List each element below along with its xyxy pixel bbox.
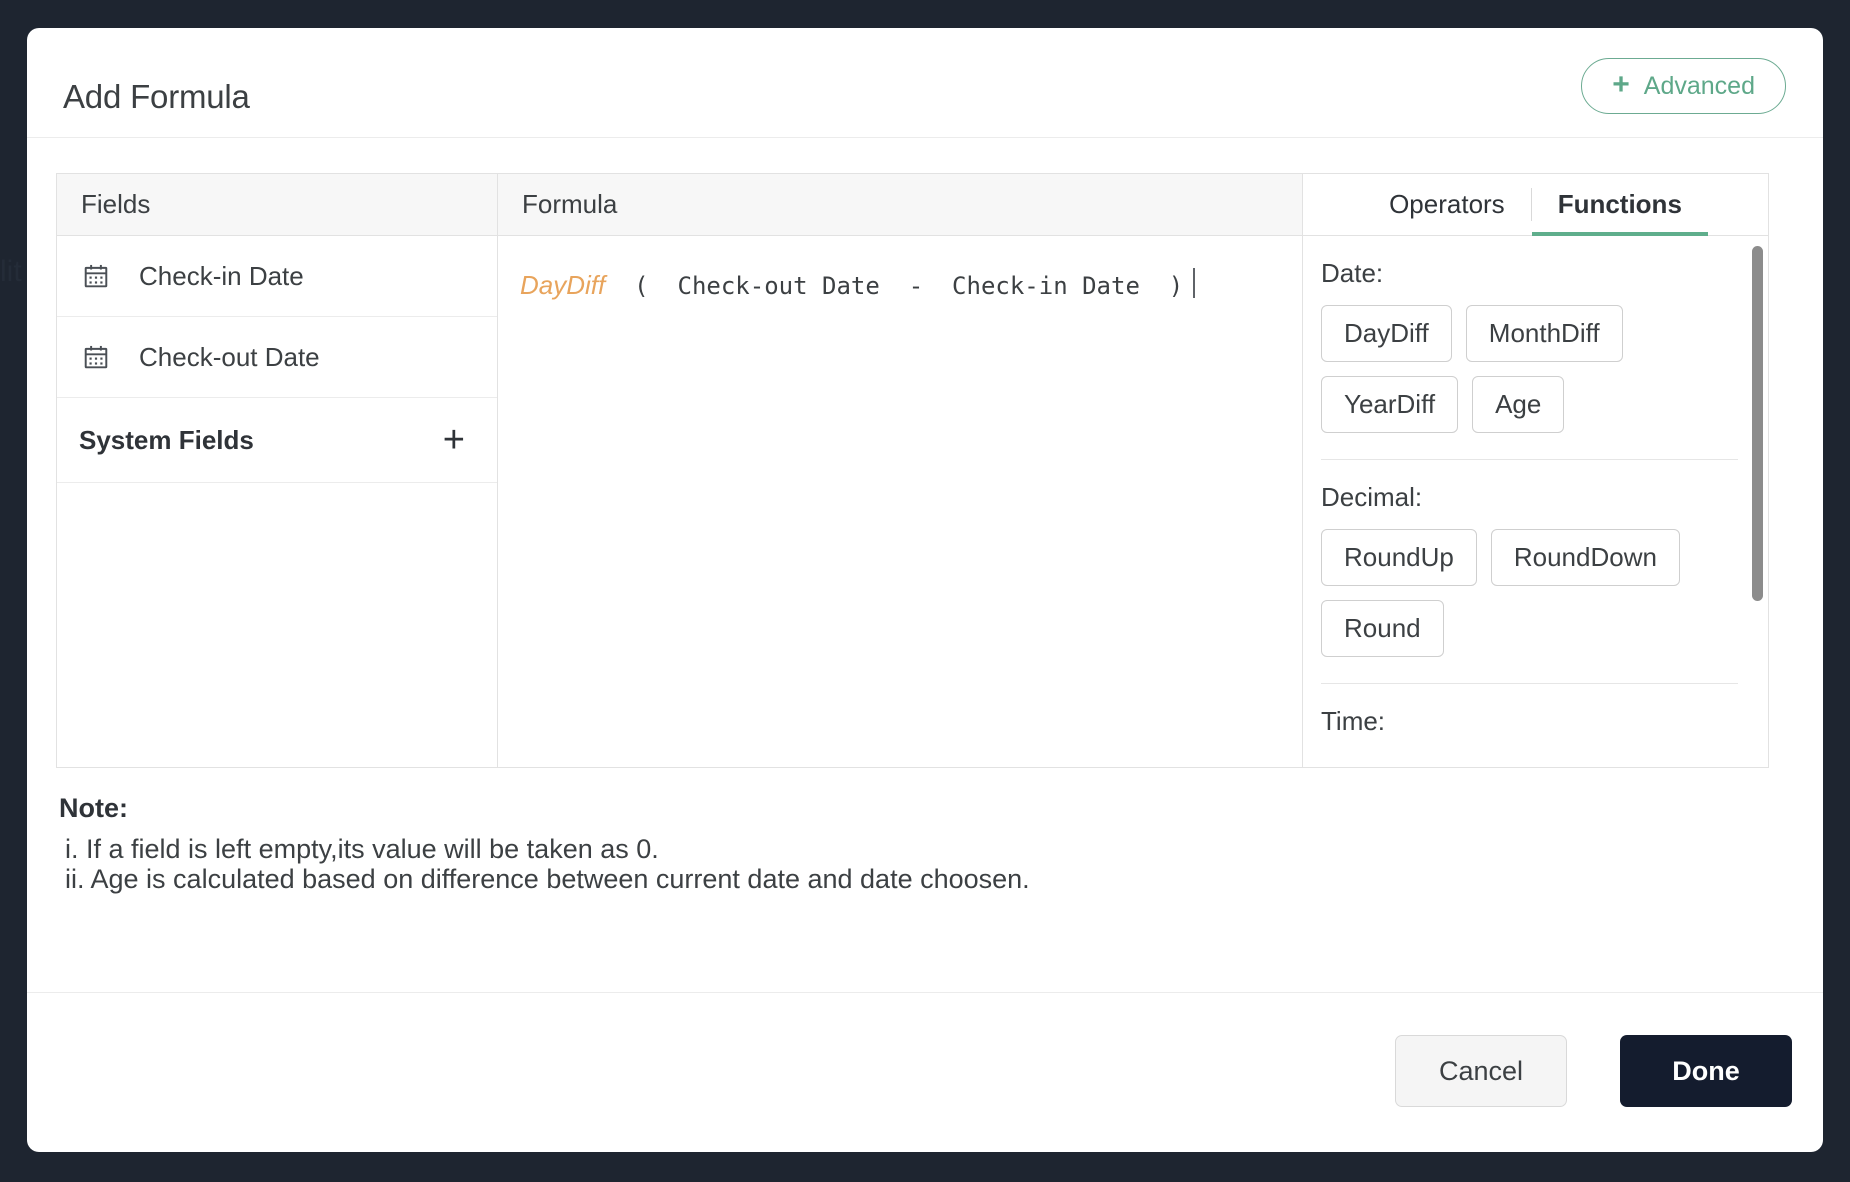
fields-panel-header: Fields (57, 174, 497, 236)
formula-input[interactable]: DayDiff ( Check-out Date - Check-in Date… (498, 236, 1302, 767)
calendar-icon (83, 263, 109, 289)
system-fields-row[interactable]: System Fields + (57, 398, 497, 483)
tab-functions-label: Functions (1558, 189, 1682, 220)
group-divider (1321, 459, 1738, 460)
function-button-monthdiff[interactable]: MonthDiff (1466, 305, 1623, 362)
dialog-body: Fields (27, 138, 1823, 992)
dialog-footer: Cancel Done (27, 992, 1823, 1152)
note-line-2: ii. Age is calculated based on differenc… (59, 864, 1030, 894)
function-button-round[interactable]: Round (1321, 600, 1444, 657)
cancel-button[interactable]: Cancel (1395, 1035, 1567, 1107)
formula-token-operator: - (880, 272, 952, 300)
tab-functions[interactable]: Functions (1532, 174, 1708, 235)
function-button-age[interactable]: Age (1472, 376, 1564, 433)
operators-functions-panel: Operators Functions Date: DayDiff MonthD… (1303, 174, 1768, 767)
functions-scrollbar[interactable] (1752, 246, 1763, 601)
formula-panel: Formula DayDiff ( Check-out Date - Check… (498, 174, 1303, 767)
system-fields-label: System Fields (79, 425, 443, 456)
text-caret (1193, 268, 1195, 298)
field-item-check-in-date[interactable]: Check-in Date (57, 236, 497, 317)
formula-token-close-paren: ) (1140, 272, 1183, 300)
function-button-rounddown[interactable]: RoundDown (1491, 529, 1680, 586)
advanced-button-label: Advanced (1644, 72, 1755, 101)
side-panel-tabs: Operators Functions (1303, 174, 1768, 236)
formula-token-arg1: Check-out Date (678, 272, 880, 300)
done-button[interactable]: Done (1620, 1035, 1792, 1107)
note-line-1: i. If a field is left empty,its value wi… (59, 834, 1030, 864)
fields-panel: Fields (57, 174, 498, 767)
dialog-header: Add Formula + Advanced (27, 28, 1823, 138)
function-button-daydiff[interactable]: DayDiff (1321, 305, 1452, 362)
field-item-label: Check-out Date (139, 342, 320, 373)
plus-icon: + (1612, 70, 1630, 100)
calendar-icon (83, 344, 109, 370)
formula-token-arg2: Check-in Date (952, 272, 1140, 300)
function-button-yeardiff[interactable]: YearDiff (1321, 376, 1458, 433)
formula-panel-header: Formula (498, 174, 1302, 236)
tab-operators-label: Operators (1389, 189, 1505, 220)
page-title: Add Formula (63, 78, 250, 116)
field-item-check-out-date[interactable]: Check-out Date (57, 317, 497, 398)
group-label-time: Time: (1321, 706, 1738, 737)
function-button-roundup[interactable]: RoundUp (1321, 529, 1477, 586)
note-block: Note: i. If a field is left empty,its va… (59, 793, 1030, 894)
add-formula-dialog: Add Formula + Advanced Fields (27, 28, 1823, 1152)
background-ghost-text: lit (0, 255, 22, 289)
field-item-label: Check-in Date (139, 261, 304, 292)
function-group-date: DayDiff MonthDiff YearDiff Age (1321, 305, 1738, 433)
note-title: Note: (59, 793, 1030, 824)
advanced-button[interactable]: + Advanced (1581, 58, 1786, 114)
functions-list: Date: DayDiff MonthDiff YearDiff Age Dec… (1303, 236, 1768, 767)
group-label-date: Date: (1321, 258, 1738, 289)
group-divider (1321, 683, 1738, 684)
formula-expression: DayDiff ( Check-out Date - Check-in Date… (520, 264, 1302, 301)
plus-icon[interactable]: + (443, 421, 465, 459)
function-group-decimal: RoundUp RoundDown Round (1321, 529, 1738, 657)
tab-operators[interactable]: Operators (1363, 174, 1531, 235)
group-label-decimal: Decimal: (1321, 482, 1738, 513)
formula-token-open-paren: ( (605, 272, 677, 300)
editor-panels: Fields (56, 173, 1769, 768)
formula-token-function: DayDiff (520, 270, 605, 301)
